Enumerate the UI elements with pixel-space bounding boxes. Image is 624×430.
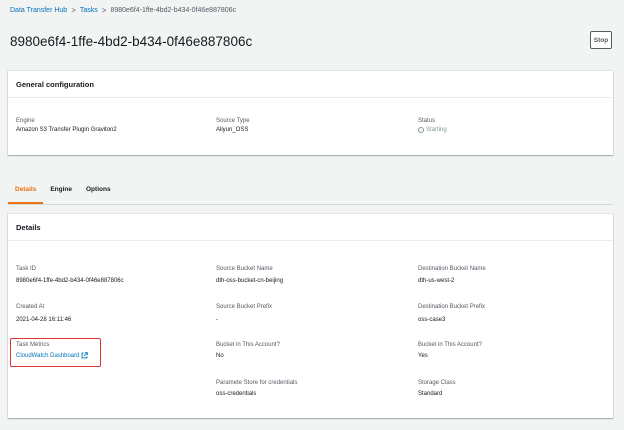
stop-button[interactable]: Stop	[590, 31, 612, 49]
breadcrumb-separator: >	[71, 6, 76, 15]
source-bucket-in-account-label: Bucket in This Account?	[216, 342, 280, 348]
parameter-store-label: Paramete Store for credentials	[216, 380, 298, 386]
cloudwatch-dashboard-label: CloudWatch Dashboard	[16, 352, 80, 359]
engine-value: Amazon S3 Transfer Plugin Graviton2	[16, 127, 117, 133]
dest-bucket-in-account-label: Bucket in This Account?	[418, 342, 482, 348]
breadcrumb-data-transfer-hub[interactable]: Data Transfer Hub	[10, 7, 67, 14]
created-at-label: Created At	[16, 304, 45, 310]
external-link-icon	[81, 352, 89, 359]
created-at-value: 2021-04-28 16:11:46	[16, 317, 72, 323]
source-bucket-prefix-value: -	[216, 317, 218, 323]
status-value: Starting	[426, 127, 447, 133]
task-id-label: Task ID	[16, 266, 37, 272]
general-configuration-header: General configuration	[8, 71, 613, 98]
page-title: 8980e6f4-1ffe-4bd2-b434-0f46e887806c	[10, 34, 253, 49]
dest-bucket-in-account-value: Yes	[418, 353, 428, 359]
task-id-value: 8980e6f4-1ffe-4bd2-b434-0f46e887806c	[16, 278, 124, 284]
tab-bar: Details Engine Options	[8, 181, 613, 205]
general-configuration-panel: General configuration Engine Amazon S3 T…	[8, 71, 613, 155]
source-bucket-prefix-label: Source Bucket Prefix	[216, 304, 273, 310]
source-bucket-name-value: dth-oss-bucket-cn-beijing	[216, 278, 284, 284]
breadcrumb-tasks[interactable]: Tasks	[80, 7, 98, 14]
cloudwatch-dashboard-link[interactable]: CloudWatch Dashboard	[16, 352, 89, 359]
spinner-icon	[418, 127, 424, 133]
source-bucket-name-label: Source Bucket Name	[216, 266, 273, 272]
source-type-label: Source Type	[216, 118, 250, 124]
details-panel: Details Task ID 8980e6f4-1ffe-4bd2-b434-…	[8, 214, 613, 418]
dest-bucket-name-label: Destination Bucket Name	[418, 266, 486, 272]
storage-class-label: Storage Class	[418, 380, 456, 386]
tab-details[interactable]: Details	[8, 181, 44, 204]
breadcrumb: Data Transfer Hub > Tasks > 8980e6f4-1ff…	[10, 6, 236, 15]
status-indicator: Starting	[418, 127, 447, 133]
breadcrumb-current-task: 8980e6f4-1ffe-4bd2-b434-0f46e887806c	[110, 7, 237, 14]
source-type-value: Aliyun_OSS	[216, 127, 249, 133]
tab-engine[interactable]: Engine	[43, 181, 79, 204]
breadcrumb-separator: >	[101, 6, 107, 15]
engine-label: Engine	[16, 118, 35, 124]
tab-options[interactable]: Options	[79, 181, 118, 204]
dest-bucket-prefix-label: Destination Bucket Prefix	[418, 304, 486, 310]
storage-class-value: Standard	[418, 391, 443, 397]
source-bucket-in-account-value: No	[216, 353, 224, 359]
details-header: Details	[8, 214, 613, 241]
dest-bucket-name-value: dth-us-west-2	[418, 278, 455, 284]
dest-bucket-prefix-value: oss-case3	[418, 317, 446, 323]
parameter-store-value: oss-credentials	[216, 391, 257, 397]
status-label: Status	[418, 118, 436, 124]
